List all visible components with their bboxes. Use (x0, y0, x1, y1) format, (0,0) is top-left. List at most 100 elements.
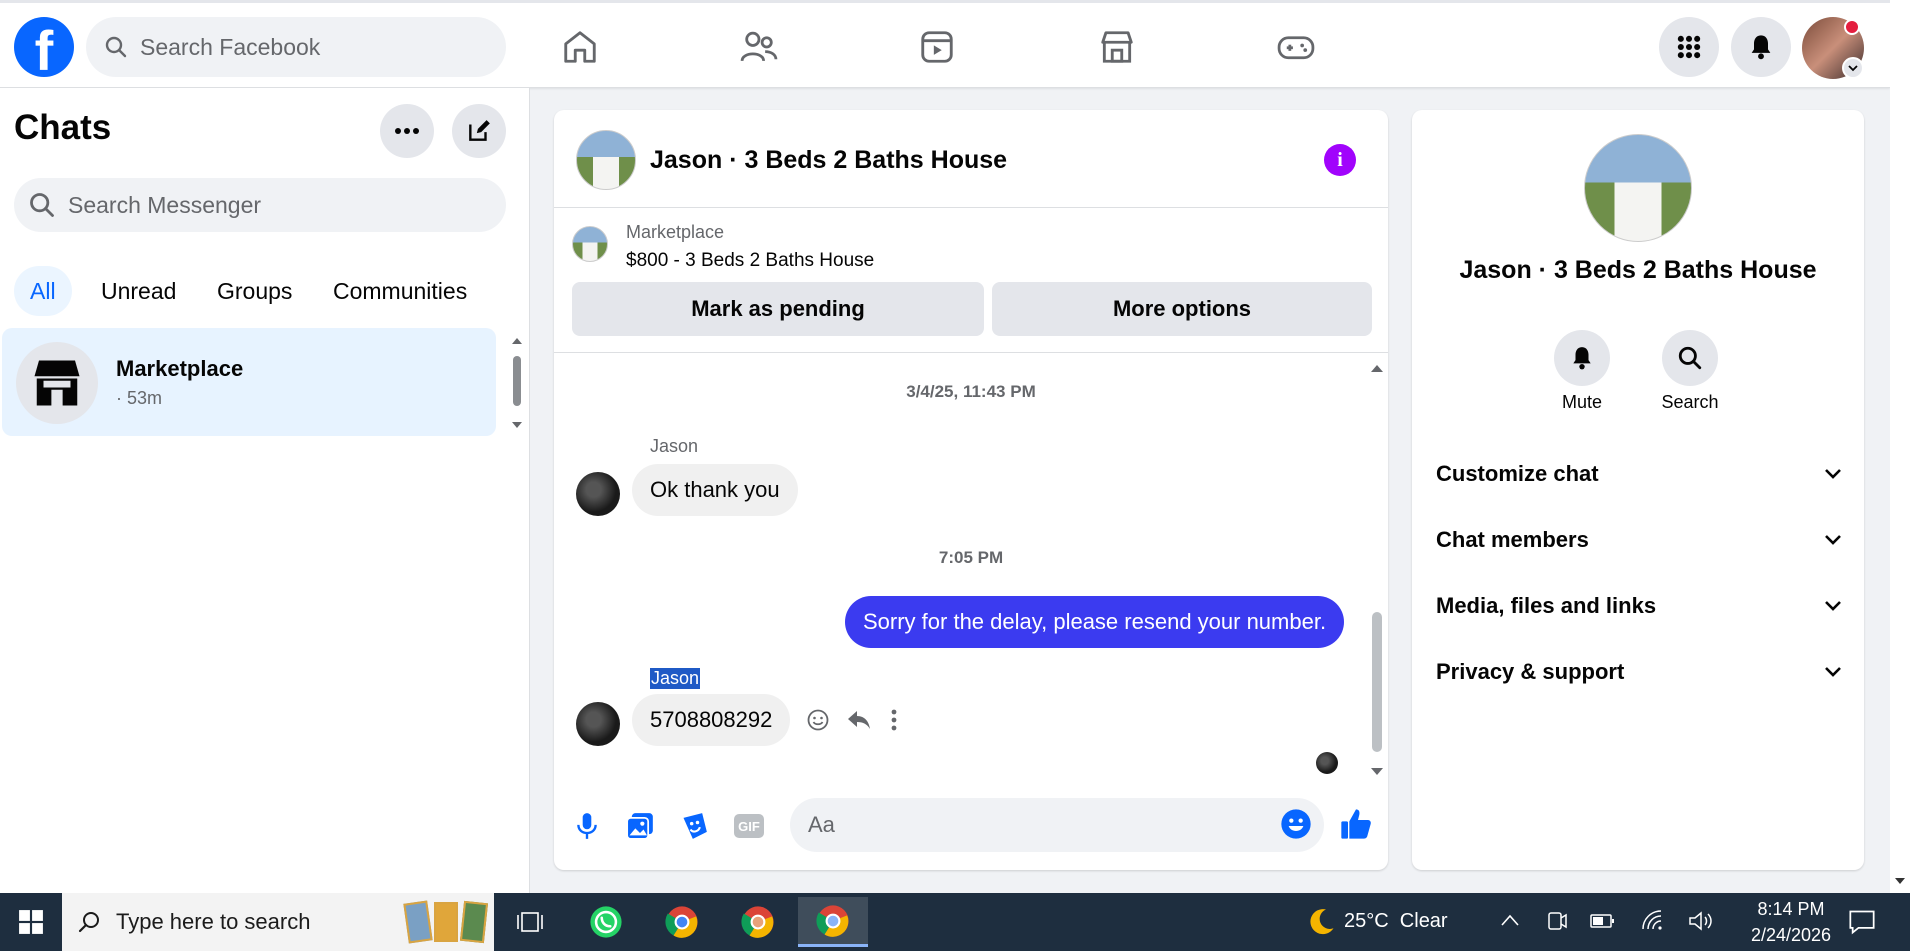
sticker-icon[interactable] (680, 812, 708, 840)
divider (554, 352, 1388, 353)
page-scrollbar-arrows (1895, 878, 1905, 884)
home-nav-button[interactable] (556, 23, 604, 71)
task-view-button[interactable] (500, 897, 560, 947)
chevron-down-icon (1825, 469, 1841, 479)
account-menu-button[interactable] (1842, 57, 1864, 79)
video-icon (921, 31, 953, 63)
start-button[interactable] (0, 893, 62, 951)
top-navigation-bar: f Search Facebook (0, 0, 1890, 88)
chat-title[interactable]: Jason · 3 Beds 2 Baths House (650, 146, 1007, 175)
search-placeholder: Search Facebook (140, 33, 321, 60)
marketplace-icon (1101, 31, 1133, 63)
conversation-name: Marketplace (116, 356, 244, 381)
gaming-nav-button[interactable] (1272, 23, 1320, 71)
chat-scrollbar[interactable] (1368, 360, 1386, 784)
search-in-chat-button[interactable] (1662, 330, 1718, 386)
more-vertical-icon[interactable] (890, 708, 898, 732)
bell-icon (1751, 35, 1771, 60)
messenger-search-input[interactable]: Search Messenger (14, 178, 506, 232)
marketplace-nav-button[interactable] (1093, 23, 1141, 71)
chat-info-panel: Jason · 3 Beds 2 Baths House Mute Search… (1412, 110, 1864, 870)
watch-nav-button[interactable] (913, 23, 961, 71)
moon-weather-icon (1310, 909, 1334, 935)
weather-text[interactable]: 25°C Clear (1344, 910, 1448, 933)
notification-dot (1844, 19, 1860, 35)
conversation-time: · 53m (116, 388, 163, 408)
more-horizontal-icon (395, 128, 419, 134)
friends-icon (740, 31, 778, 62)
taskbar-search-input[interactable]: Type here to search (62, 893, 494, 951)
facebook-search-input[interactable]: Search Facebook (86, 17, 506, 77)
emoji-icon[interactable] (1280, 808, 1312, 840)
meet-now-icon[interactable] (1546, 909, 1568, 933)
listing-thumbnail[interactable] (572, 226, 608, 262)
message-input[interactable]: Aa (790, 798, 1324, 852)
mute-label: Mute (1561, 392, 1603, 412)
outgoing-message[interactable]: Sorry for the delay, please resend your … (845, 596, 1345, 648)
marketplace-icon (34, 360, 80, 406)
chats-title: Chats (14, 108, 112, 147)
chat-info-avatar[interactable] (1584, 134, 1692, 242)
chrome-app-2[interactable] (728, 897, 788, 947)
sidebar-scrollbar[interactable] (510, 334, 524, 434)
chat-info-name: Jason · 3 Beds 2 Baths House (1459, 256, 1817, 284)
customize-chat-section[interactable]: Customize chat (1436, 452, 1842, 496)
more-options-button[interactable]: More options (992, 282, 1372, 336)
message-timestamp: 7:05 PM (938, 548, 1004, 567)
sender-name: Jason (650, 436, 699, 456)
notifications-button[interactable] (1731, 17, 1791, 77)
grid-menu-icon (1677, 35, 1701, 59)
chevron-down-icon (1848, 65, 1858, 72)
conversation-item-marketplace[interactable]: Marketplace · 53m (2, 328, 496, 436)
info-icon[interactable]: i (1324, 144, 1356, 176)
friends-nav-button[interactable] (735, 23, 783, 71)
filter-groups-tab[interactable]: Groups (201, 266, 308, 316)
incoming-message[interactable]: Ok thank you (632, 464, 798, 516)
reply-icon[interactable] (846, 708, 872, 732)
gif-button[interactable]: GIF (734, 814, 764, 838)
media-files-links-section[interactable]: Media, files and links (1436, 584, 1842, 628)
filter-communities-tab[interactable]: Communities (317, 266, 483, 316)
incoming-message[interactable]: 5708808292 (632, 694, 791, 746)
chrome-icon (665, 906, 698, 938)
chevron-down-icon (1825, 601, 1841, 611)
chrome-app-3-active[interactable] (798, 897, 868, 947)
page-scrollbar[interactable] (1890, 0, 1910, 893)
chat-avatar[interactable] (576, 130, 636, 190)
chat-header: Jason · 3 Beds 2 Baths House i (554, 110, 1388, 208)
sender-avatar[interactable] (576, 472, 620, 516)
facebook-logo[interactable]: f (14, 17, 74, 81)
chevron-up-icon[interactable] (1500, 913, 1520, 927)
clock-date[interactable]: 2/24/2026 (1736, 925, 1846, 946)
chrome-app-1[interactable] (652, 897, 712, 947)
notification-center-icon[interactable] (1848, 908, 1876, 936)
message-placeholder: Aa (808, 812, 835, 837)
clock-time[interactable]: 8:14 PM (1736, 899, 1846, 920)
mute-button[interactable] (1554, 330, 1610, 386)
filter-unread-tab[interactable]: Unread (85, 266, 192, 316)
chat-options-button[interactable] (380, 104, 434, 158)
volume-icon[interactable] (1688, 909, 1714, 933)
chevron-down-icon (1825, 535, 1841, 545)
thumbs-up-icon[interactable] (1340, 808, 1372, 840)
microphone-icon[interactable] (574, 812, 600, 840)
react-emoji-icon[interactable] (806, 708, 830, 732)
whatsapp-app[interactable] (576, 897, 636, 947)
chat-members-section[interactable]: Chat members (1436, 518, 1842, 562)
search-icon (105, 36, 127, 58)
sender-avatar[interactable] (576, 702, 620, 746)
mark-as-pending-button[interactable]: Mark as pending (572, 282, 984, 336)
privacy-support-section[interactable]: Privacy & support (1436, 650, 1842, 694)
new-message-button[interactable] (452, 104, 506, 158)
search-label: Search (1661, 392, 1719, 412)
message-timestamp: 3/4/25, 11:43 PM (906, 382, 1036, 401)
photo-icon[interactable] (626, 812, 654, 840)
listing-title[interactable]: $800 - 3 Beds 2 Baths House (626, 250, 874, 272)
search-icon (1678, 346, 1702, 370)
filter-all-tab[interactable]: All (14, 266, 72, 316)
marketplace-label: Marketplace (626, 222, 725, 242)
wifi-icon[interactable] (1640, 909, 1666, 933)
battery-icon[interactable] (1590, 911, 1616, 931)
menu-button[interactable] (1659, 17, 1719, 77)
whatsapp-icon (590, 906, 622, 938)
